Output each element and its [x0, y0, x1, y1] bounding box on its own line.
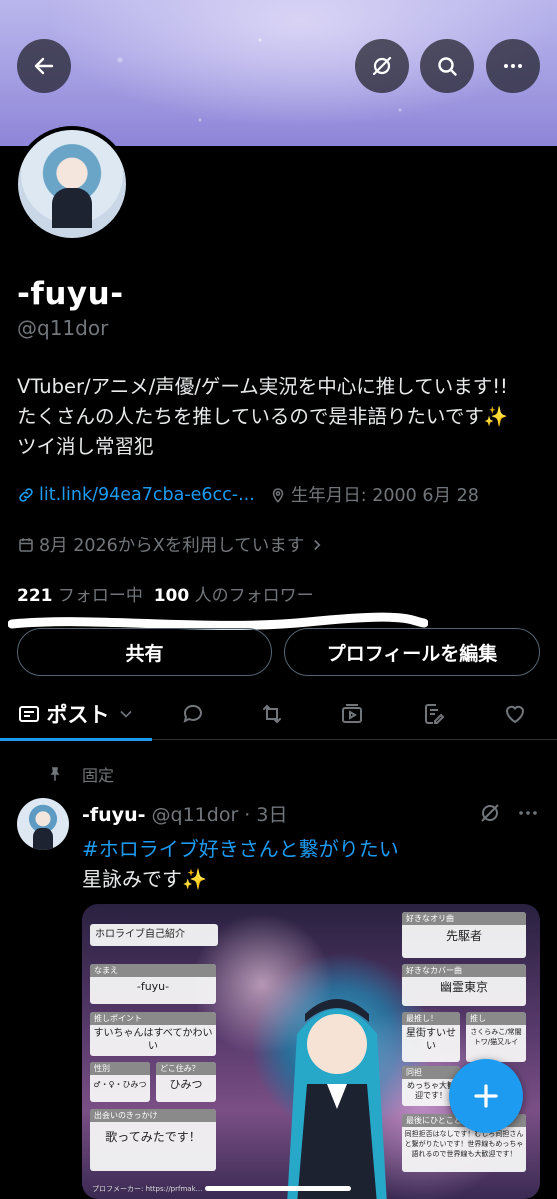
posts-icon: [18, 706, 39, 722]
profile-bio: VTuber/アニメ/声優/ゲーム実況を中心に推しています!! たくさんの人たち…: [17, 372, 547, 462]
joined-row[interactable]: 8月 2026からXを利用しています: [17, 532, 330, 557]
back-button[interactable]: [17, 39, 71, 93]
card-meet-value: 歌ってみたです！: [105, 1130, 201, 1144]
card-title-box: ホロライブ自己紹介: [90, 924, 218, 946]
tab-replies[interactable]: [168, 690, 218, 738]
card-last-value: 同担拒否はなしです！むしろ同担さんと繋がりたいです！世界線もめっちゃ語れるので世…: [404, 1130, 524, 1158]
bio-line: ツイ消し常習犯: [17, 435, 154, 458]
tab-likes[interactable]: [490, 690, 540, 738]
post-author[interactable]: -fuyu-: [82, 804, 145, 826]
compose-post-button[interactable]: [449, 1059, 523, 1133]
more-button[interactable]: [486, 39, 540, 93]
avatar-image: [18, 130, 126, 238]
card-fav-cover-box: 好きなカバー曲 幽霊東京: [402, 964, 526, 1006]
tab-media[interactable]: [327, 690, 377, 738]
post-more-icon[interactable]: [516, 801, 540, 825]
following-count[interactable]: 221: [17, 586, 53, 606]
card-name-header: なまえ: [90, 964, 216, 977]
tab-posts[interactable]: ポスト: [0, 690, 152, 741]
location-pin-icon: [272, 487, 284, 503]
followers-label[interactable]: 人のフォロワー: [195, 586, 314, 606]
heart-icon: [505, 705, 525, 724]
link-icon: [19, 487, 33, 502]
grok-button[interactable]: [355, 39, 409, 93]
article-edit-icon: [425, 704, 445, 724]
post-text: 星詠みです✨: [82, 867, 207, 891]
card-fav-orig-value: 先駆者: [445, 929, 482, 943]
home-indicator: [205, 1186, 351, 1191]
display-name: -fuyu-: [17, 276, 124, 312]
grok-icon: [372, 56, 392, 76]
profile-banner[interactable]: [0, 0, 557, 146]
post-avatar[interactable]: [17, 798, 69, 850]
card-footer: プロフメーカー: https://prfmak...: [92, 1185, 203, 1193]
media-icon: [342, 704, 362, 723]
card-meet-header: 出会いのきっかけ: [90, 1109, 216, 1122]
birthday-text: 生年月日: 2000 6月 28: [290, 486, 479, 506]
chevron-right-icon: [314, 539, 321, 550]
chevron-down-icon: [119, 710, 132, 718]
repost-icon: [263, 704, 281, 724]
post-handle-time: @q11dor · 3日: [151, 804, 288, 826]
card-saioshi-value: 星街すいせい: [406, 1028, 456, 1052]
tab-reposts[interactable]: [247, 690, 297, 738]
post-header: -fuyu- @q11dor · 3日: [82, 800, 287, 827]
card-gender-box: 性別 ♂・♀・ひみつ: [90, 1062, 150, 1102]
card-where-header: どこ住み？: [156, 1062, 216, 1075]
card-fav-orig-box: 好きなオリ曲 先駆者: [402, 912, 526, 958]
card-name-value: -fuyu-: [136, 980, 170, 993]
post-image[interactable]: ホロライブ自己紹介 なまえ -fuyu- 推しポイント すいちゃんはすべてかわい…: [82, 904, 540, 1199]
card-where-value: ひみつ: [169, 1078, 203, 1091]
reply-icon: [183, 704, 202, 723]
more-horizontal-icon: [504, 64, 522, 68]
card-fav-orig-header: 好きなオリ曲: [402, 912, 526, 925]
follow-stats: 221 フォロー中 100 人のフォロワー: [17, 581, 314, 606]
bio-line: VTuber/アニメ/声優/ゲーム実況を中心に推しています!!: [17, 375, 508, 398]
card-title: ホロライブ自己紹介: [95, 929, 185, 940]
card-fav-cover-header: 好きなカバー曲: [402, 964, 526, 977]
tab-posts-label: ポスト: [46, 703, 110, 727]
card-saioshi-header: 最推し！: [402, 1012, 460, 1025]
pinned-indicator: 固定: [46, 762, 114, 786]
following-label[interactable]: フォロー中: [58, 586, 143, 606]
bio-line: たくさんの人たちを推しているので是非語りたいです✨: [17, 405, 509, 428]
share-button[interactable]: 共有: [17, 628, 272, 676]
card-where-box: どこ住み？ ひみつ: [156, 1062, 216, 1102]
calendar-icon: [19, 537, 33, 552]
card-oshi-header: 推し: [466, 1012, 526, 1025]
pin-icon: [50, 767, 60, 781]
card-saioshi-box: 最推し！ 星街すいせい: [402, 1012, 460, 1062]
post-grok-icon[interactable]: [478, 801, 502, 825]
card-point-box: 推しポイント すいちゃんはすべてかわいい: [90, 1012, 216, 1056]
card-name-box: なまえ -fuyu-: [90, 964, 216, 1004]
post-body: #ホロライブ好きさんと繋がりたい 星詠みです✨: [82, 834, 399, 894]
followers-count[interactable]: 100: [154, 586, 190, 606]
edit-profile-button[interactable]: プロフィールを編集: [284, 628, 540, 676]
search-button[interactable]: [420, 39, 474, 93]
profile-link[interactable]: lit.link/94ea7cba-e6cc-...: [39, 485, 255, 505]
joined-text: 8月 2026からXを利用しています: [39, 536, 305, 556]
search-icon: [438, 57, 457, 76]
profile-tabs: ポスト: [0, 690, 557, 741]
character-illustration: [287, 999, 387, 1199]
card-ganbo-header: 同担: [402, 1066, 460, 1079]
plus-icon: [474, 1084, 498, 1108]
card-gender-header: 性別: [90, 1062, 150, 1075]
profile-avatar[interactable]: [14, 126, 130, 242]
card-fav-cover-value: 幽霊東京: [439, 980, 488, 994]
post-hashtag[interactable]: #ホロライブ好きさんと繋がりたい: [82, 834, 399, 864]
arrow-left-icon: [34, 57, 54, 75]
card-meet-box: 出会いのきっかけ 歌ってみたです！: [90, 1109, 216, 1171]
pinned-label: 固定: [82, 766, 115, 785]
card-point-value: すいちゃんはすべてかわいい: [93, 1028, 213, 1052]
profile-meta-row: lit.link/94ea7cba-e6cc-... 生年月日: 2000 6月…: [17, 482, 479, 507]
card-oshi-value: さくらみこ/常闇トワ/猫又ルイ: [470, 1028, 522, 1046]
card-point-header: 推しポイント: [90, 1012, 216, 1025]
user-handle: @q11dor: [17, 316, 109, 340]
card-oshi-box: 推し さくらみこ/常闇トワ/猫又ルイ: [466, 1012, 526, 1062]
card-gender-value: ♂・♀・ひみつ: [93, 1080, 147, 1089]
tab-articles[interactable]: [409, 690, 459, 738]
